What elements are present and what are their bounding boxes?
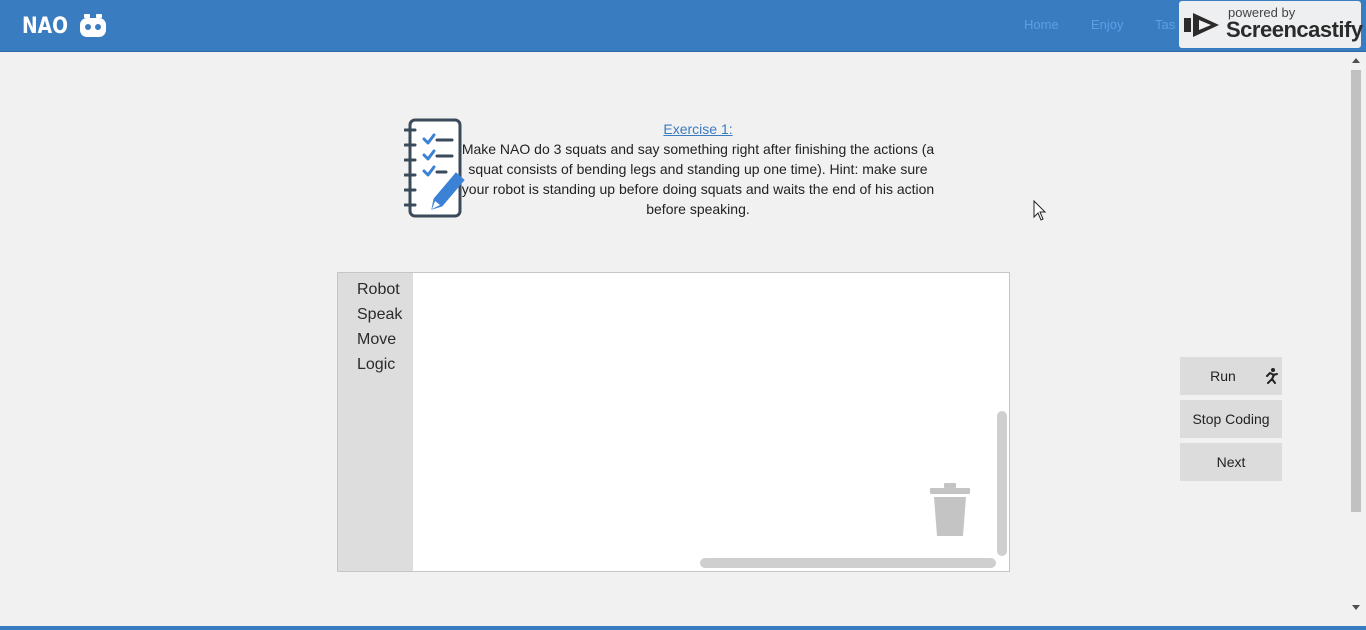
mouse-cursor-icon bbox=[1033, 200, 1047, 221]
watermark-brand-text: Screencastify bbox=[1226, 17, 1363, 42]
nav-link-tasks[interactable]: Tas bbox=[1155, 17, 1175, 32]
workspace-horizontal-scrollbar[interactable] bbox=[700, 558, 996, 568]
scroll-down-arrow-icon[interactable] bbox=[1351, 604, 1361, 612]
toolbox-category-robot[interactable]: Robot bbox=[357, 281, 400, 299]
toolbox-category-move[interactable]: Move bbox=[357, 331, 396, 349]
run-button-label: Run bbox=[1210, 368, 1236, 384]
trash-can-icon[interactable] bbox=[928, 481, 972, 539]
toolbox-category-logic[interactable]: Logic bbox=[357, 356, 395, 374]
brand-logo[interactable]: NAO bbox=[22, 13, 108, 39]
nav-link-enjoy[interactable]: Enjoy bbox=[1091, 17, 1124, 32]
brand-name: NAO bbox=[22, 13, 69, 39]
screencastify-logo-icon bbox=[1184, 13, 1219, 37]
nao-robot-icon bbox=[80, 14, 107, 37]
bottom-footer-bar bbox=[0, 626, 1366, 630]
stop-coding-button[interactable]: Stop Coding bbox=[1180, 400, 1282, 438]
top-nav-bar: NAO Home Enjoy Tas powered by Screencast… bbox=[0, 0, 1366, 52]
running-person-icon bbox=[1266, 368, 1278, 384]
screencastify-watermark: powered by Screencastify bbox=[1179, 1, 1363, 48]
exercise-title-link[interactable]: Exercise 1: bbox=[456, 119, 940, 139]
scroll-up-arrow-icon[interactable] bbox=[1351, 56, 1361, 64]
workspace-vertical-scrollbar[interactable] bbox=[997, 411, 1007, 556]
toolbox-panel: Robot Speak Move Logic bbox=[338, 273, 413, 571]
block-coding-workspace[interactable]: Robot Speak Move Logic bbox=[337, 272, 1010, 572]
stop-coding-label: Stop Coding bbox=[1192, 411, 1270, 427]
exercise-description: Exercise 1: Make NAO do 3 squats and say… bbox=[456, 119, 940, 219]
toolbox-category-speak[interactable]: Speak bbox=[357, 306, 402, 324]
page-scrollbar-thumb[interactable] bbox=[1351, 70, 1361, 512]
next-button-label: Next bbox=[1216, 454, 1246, 470]
nav-link-home[interactable]: Home bbox=[1024, 17, 1059, 32]
run-button[interactable]: Run bbox=[1180, 357, 1282, 395]
exercise-body: Make NAO do 3 squats and say something r… bbox=[461, 141, 935, 217]
next-button[interactable]: Next bbox=[1180, 443, 1282, 481]
